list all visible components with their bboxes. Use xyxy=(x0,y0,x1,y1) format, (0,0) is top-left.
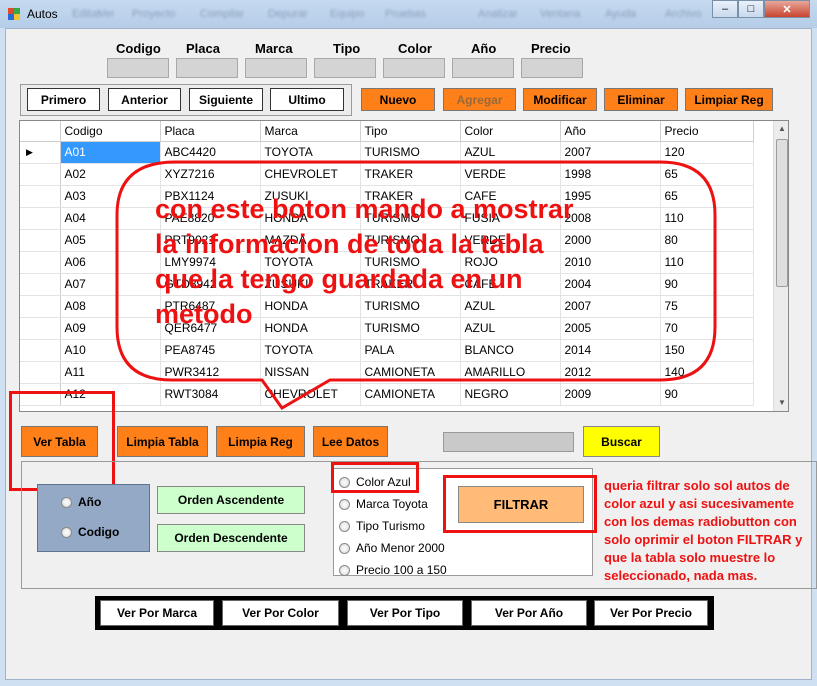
radio-ano[interactable]: Año xyxy=(61,495,101,509)
filter-radio-circle[interactable] xyxy=(339,542,350,554)
annotation-bubble-text: con este boton mando a mostrar la inform… xyxy=(155,194,574,329)
filter-option-tipo-turismo[interactable]: Tipo Turismo xyxy=(339,519,425,533)
filter-option-marca-toyota[interactable]: Marca Toyota xyxy=(339,497,428,511)
filter-radio-circle[interactable] xyxy=(339,520,350,532)
radio-ano-circle[interactable] xyxy=(61,496,72,508)
ver-por-marca-button[interactable]: Ver Por Marca xyxy=(100,600,214,626)
filter-option-label: Precio 100 a 150 xyxy=(356,563,447,577)
radio-codigo-label: Codigo xyxy=(78,525,120,539)
filter-radio-circle[interactable] xyxy=(339,564,350,576)
orden-descendente-button[interactable]: Orden Descendente xyxy=(157,524,305,552)
ver-por-ano-button[interactable]: Ver Por Año xyxy=(471,600,587,626)
filter-option-label: Marca Toyota xyxy=(356,497,428,511)
ver-por-tipo-button[interactable]: Ver Por Tipo xyxy=(347,600,463,626)
radio-ano-label: Año xyxy=(78,495,102,509)
ver-por-color-button[interactable]: Ver Por Color xyxy=(222,600,339,626)
filter-option-label: Tipo Turismo xyxy=(356,519,425,533)
limpia-reg-button[interactable]: Limpia Reg xyxy=(216,426,305,457)
annotation-note: queria filtrar solo sol autos de color a… xyxy=(604,478,803,583)
radio-codigo[interactable]: Codigo xyxy=(61,525,119,539)
filter-radio-circle[interactable] xyxy=(339,498,350,510)
filter-option-precio-100-150[interactable]: Precio 100 a 150 xyxy=(339,563,447,577)
orden-ascendente-button[interactable]: Orden Ascendente xyxy=(157,486,305,514)
ver-por-precio-button[interactable]: Ver Por Precio xyxy=(594,600,708,626)
lee-datos-button[interactable]: Lee Datos xyxy=(313,426,388,457)
sort-key-panel: Año Codigo xyxy=(37,484,150,552)
annotation-highlight-color-azul xyxy=(331,462,419,493)
buscar-button[interactable]: Buscar xyxy=(583,426,660,457)
search-input[interactable] xyxy=(443,432,574,452)
annotation-highlight-filtrar xyxy=(443,475,597,533)
limpia-tabla-button[interactable]: Limpia Tabla xyxy=(117,426,208,457)
filter-option-ano-menor-2000[interactable]: Año Menor 2000 xyxy=(339,541,445,555)
filter-option-label: Año Menor 2000 xyxy=(356,541,445,555)
radio-codigo-circle[interactable] xyxy=(61,526,72,538)
